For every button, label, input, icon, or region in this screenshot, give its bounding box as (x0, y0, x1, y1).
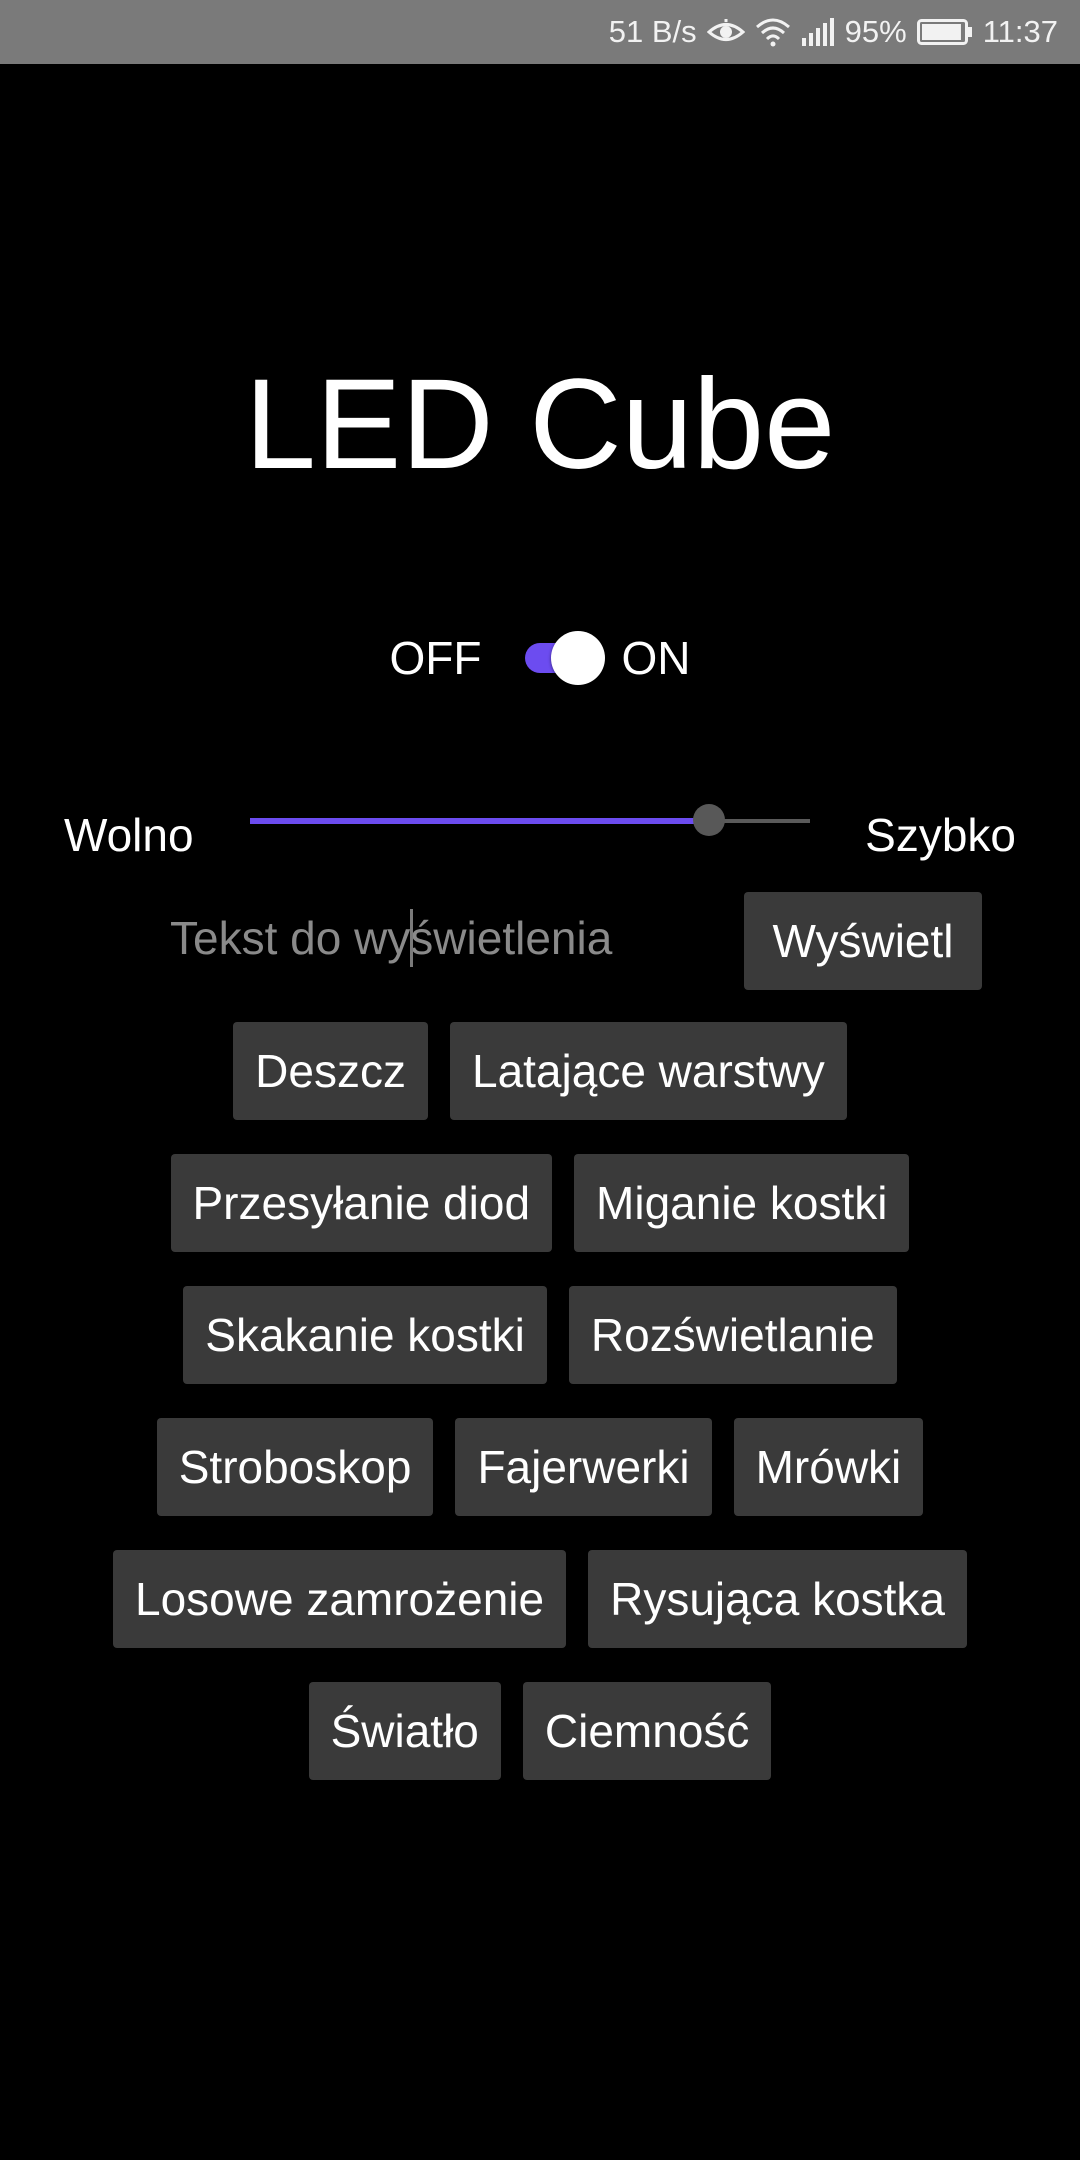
switch-off-label: OFF (389, 632, 482, 684)
status-bar: 51 B/s 95% 11:37 (0, 0, 1080, 64)
effect-row: Przesyłanie diod Miganie kostki (0, 1154, 1080, 1252)
effect-button[interactable]: Mrówki (733, 1418, 924, 1516)
effect-row: Losowe zamrożenie Rysująca kostka (0, 1550, 1080, 1648)
effect-button[interactable]: Stroboskop (156, 1418, 434, 1516)
effect-button[interactable]: Fajerwerki (455, 1418, 712, 1516)
display-button[interactable]: Wyświetl (744, 892, 982, 990)
display-text-input[interactable] (150, 902, 680, 974)
effect-button[interactable]: Miganie kostki (574, 1154, 910, 1252)
clock: 11:37 (982, 14, 1058, 49)
slider-fill (250, 818, 710, 824)
battery-percent: 95% (844, 14, 907, 49)
speed-slider[interactable] (250, 800, 810, 840)
slider-slow-label: Wolno (64, 809, 194, 861)
network-speed: 51 B/s (608, 14, 697, 49)
effect-button[interactable]: Przesyłanie diod (170, 1154, 553, 1252)
effect-row: Skakanie kostki Rozświetlanie (0, 1286, 1080, 1384)
effect-row: Światło Ciemność (0, 1682, 1080, 1780)
app-title: LED Cube (244, 353, 836, 496)
slider-fast-label: Szybko (865, 809, 1016, 861)
effect-button[interactable]: Rysująca kostka (588, 1550, 968, 1648)
eye-icon (706, 17, 745, 47)
power-switch[interactable] (519, 628, 607, 688)
effect-row: Stroboskop Fajerwerki Mrówki (0, 1418, 1080, 1516)
effect-row: Deszcz Latające warstwy (0, 1022, 1080, 1120)
effect-button[interactable]: Światło (308, 1682, 501, 1780)
effect-button[interactable]: Rozświetlanie (568, 1286, 897, 1384)
battery-icon (916, 18, 973, 46)
signal-icon (801, 18, 835, 46)
effect-button[interactable]: Skakanie kostki (183, 1286, 547, 1384)
slider-thumb[interactable] (693, 804, 726, 836)
effect-buttons: Deszcz Latające warstwy Przesyłanie diod Mi… (0, 1022, 1080, 1814)
effect-button[interactable]: Latające warstwy (449, 1022, 847, 1120)
switch-on-label: ON (621, 632, 691, 684)
text-input-row: Wyświetl (0, 892, 1080, 990)
wifi-icon (755, 17, 791, 47)
switch-thumb (551, 631, 606, 685)
effect-button[interactable]: Losowe zamrożenie (112, 1550, 567, 1648)
speed-slider-row: Wolno Szybko (0, 800, 1080, 870)
power-switch-row: OFF ON (0, 620, 1080, 696)
effect-button[interactable]: Ciemność (522, 1682, 772, 1780)
text-cursor (410, 909, 413, 967)
effect-button[interactable]: Deszcz (233, 1022, 428, 1120)
